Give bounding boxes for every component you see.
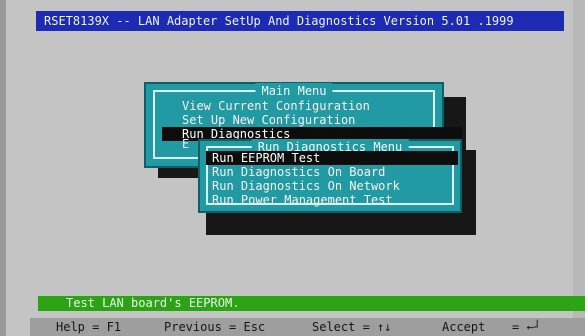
- right-border: [573, 0, 585, 336]
- main-menu-title: Main Menu: [255, 83, 333, 99]
- dos-screen: RSET8139X -- LAN Adapter SetUp And Diagn…: [0, 0, 585, 336]
- menu-item-set-up-new-configuration[interactable]: Set Up New Configuration: [182, 113, 442, 127]
- diagnostics-menu: Run Diagnostics Menu Run EEPROM Test Run…: [198, 139, 462, 213]
- menu-item-partial[interactable]: E: [182, 137, 189, 151]
- menu-item-run-power-management-test[interactable]: Run Power Management Test: [212, 193, 452, 207]
- menu-item-run-eeprom-test[interactable]: Run EEPROM Test: [206, 151, 458, 165]
- accept-hint: Accept: [442, 320, 486, 334]
- select-hint: Select = ↑↓: [312, 320, 392, 334]
- diagnostics-menu-shadow-bottom: [206, 213, 476, 235]
- previous-hint: Previous = Esc: [164, 320, 266, 334]
- title-bar: RSET8139X -- LAN Adapter SetUp And Diagn…: [36, 11, 564, 31]
- status-bar: Test LAN board's EEPROM.: [38, 296, 585, 311]
- enter-key-icon: = ←┘: [512, 320, 541, 334]
- main-menu-shadow-bottom: [158, 168, 198, 178]
- menu-item-run-diagnostics-on-network[interactable]: Run Diagnostics On Network: [212, 179, 452, 193]
- diagnostics-menu-items: Run EEPROM Test Run Diagnostics On Board…: [206, 151, 458, 207]
- key-hint-bar: Help = F1 Previous = Esc Select = ↑↓ Acc…: [30, 318, 585, 336]
- left-border: [0, 0, 6, 336]
- menu-item-run-diagnostics-on-board[interactable]: Run Diagnostics On Board: [212, 165, 452, 179]
- main-menu-items: View Current Configuration Set Up New Co…: [162, 99, 462, 141]
- help-hint: Help = F1: [56, 320, 122, 334]
- diagnostics-menu-shadow: [462, 150, 476, 220]
- menu-item-view-current-configuration[interactable]: View Current Configuration: [182, 99, 442, 113]
